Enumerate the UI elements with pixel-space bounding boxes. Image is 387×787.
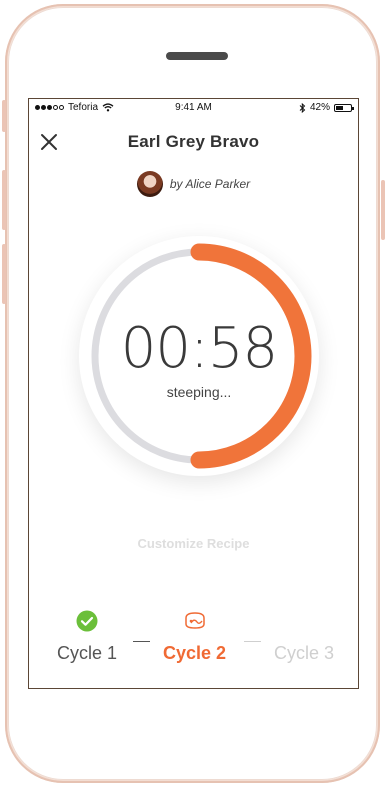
battery-fill [336, 105, 343, 110]
author-name[interactable]: by Alice Parker [170, 177, 250, 191]
cycle-3-label: Cycle 3 [274, 643, 335, 663]
bluetooth-icon [299, 102, 306, 113]
battery-percent: 42% [309, 102, 330, 113]
avatar[interactable] [136, 171, 163, 197]
cycle-1-label: Cycle 1 [57, 643, 118, 663]
volume-up-button [2, 170, 6, 230]
cycle-2-label: Cycle 2 [163, 643, 227, 663]
customize-recipe-button[interactable]: Customize Recipe [29, 536, 358, 551]
timer-status: steeping... [166, 384, 232, 400]
power-button [381, 180, 385, 240]
status-bar: Teforia 9:41 AM 42% [29, 99, 358, 117]
teapot-icon [184, 612, 205, 629]
volume-down-button [2, 244, 6, 304]
cycle-separator-2 [244, 641, 261, 642]
speaker-grille [166, 52, 228, 60]
recipe-title: Earl Grey Bravo [127, 132, 260, 151]
check-circle-icon [76, 610, 98, 632]
status-right: 42% [299, 102, 354, 113]
cycle-separator-1 [133, 641, 150, 642]
mute-switch [2, 100, 6, 132]
author-row[interactable]: by Alice Parker [29, 171, 358, 197]
timer-value: 00:58 [120, 316, 278, 381]
home-area [28, 690, 359, 740]
screen: Teforia 9:41 AM 42% Earl Grey Bravo by A… [28, 98, 359, 689]
cycle-2[interactable]: Cycle 2 [163, 609, 226, 664]
timer-ring: 00:58 steeping... [79, 236, 319, 476]
battery-icon [334, 103, 354, 112]
cycle-3[interactable]: Cycle 3 [274, 609, 334, 664]
cycle-tracker: Cycle 1 Cycle 2 Cycle 3 [29, 609, 358, 669]
cycle-1[interactable]: Cycle 1 [57, 609, 117, 664]
